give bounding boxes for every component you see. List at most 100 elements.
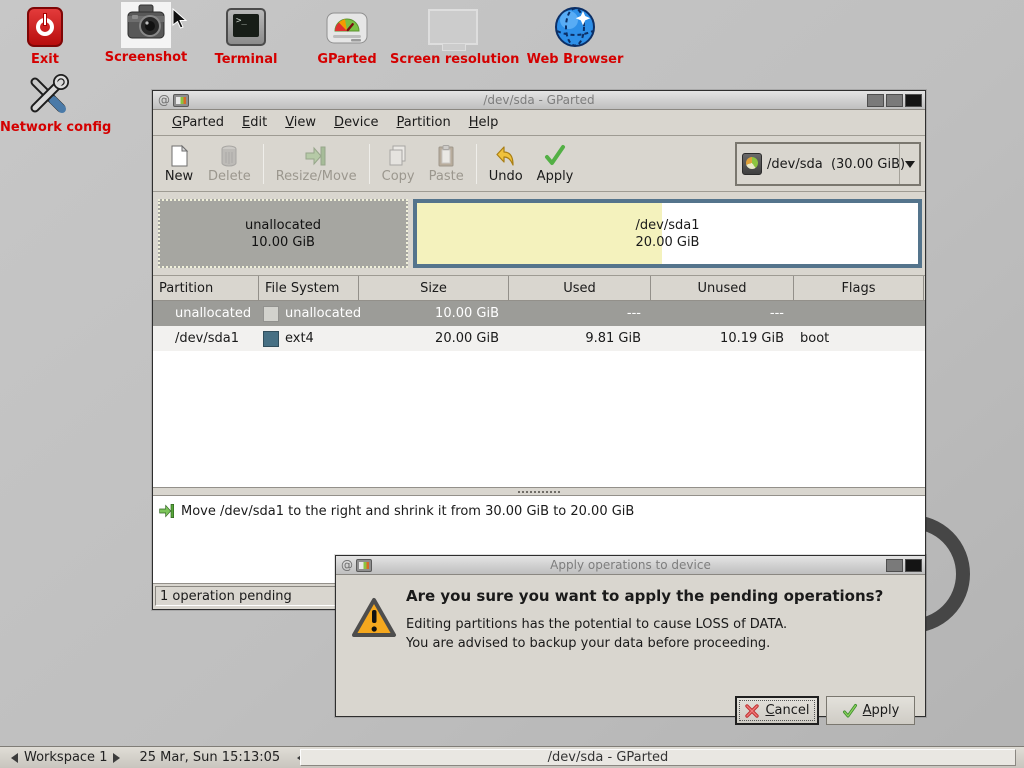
task-label: /dev/sda - GParted bbox=[548, 750, 669, 765]
cell-partition: /dev/sda1 bbox=[153, 326, 259, 351]
pane-splitter[interactable] bbox=[153, 487, 925, 496]
menubar: GParted Edit View Device Partition Help bbox=[153, 110, 925, 136]
gparted-app-icon bbox=[173, 94, 189, 107]
toolbar-separator bbox=[369, 144, 370, 184]
undo-icon bbox=[494, 144, 518, 168]
used-space-fill bbox=[417, 203, 662, 264]
delete-button[interactable]: Delete bbox=[201, 141, 258, 187]
device-selector[interactable]: /dev/sda (30.00 GiB) bbox=[735, 142, 921, 186]
col-flags[interactable]: Flags bbox=[794, 276, 924, 301]
check-icon bbox=[543, 144, 567, 168]
resize-move-icon bbox=[304, 144, 328, 168]
operation-item[interactable]: Move /dev/sda1 to the right and shrink i… bbox=[159, 503, 925, 519]
visual-sda1-name: /dev/sda1 bbox=[636, 217, 700, 234]
cell-used: 9.81 GiB bbox=[509, 326, 651, 351]
desktop-icon-label: Terminal bbox=[203, 52, 289, 67]
dialog-heading: Are you sure you want to apply the pendi… bbox=[406, 587, 883, 605]
window-menu-icon[interactable]: @ bbox=[341, 559, 353, 571]
col-file-system[interactable]: File System bbox=[259, 276, 359, 301]
toolbar: New Delete Resize/Move bbox=[153, 136, 925, 192]
chevron-down-icon[interactable] bbox=[899, 144, 919, 184]
copy-icon bbox=[386, 144, 410, 168]
desktop-icon-network-config[interactable]: Network config bbox=[0, 72, 96, 135]
visual-unallocated-block[interactable]: unallocated 10.00 GiB bbox=[158, 199, 408, 268]
paste-button[interactable]: Paste bbox=[422, 141, 471, 187]
menu-partition[interactable]: Partition bbox=[388, 111, 460, 134]
col-size[interactable]: Size bbox=[359, 276, 509, 301]
dialog-text-line: Editing partitions has the potential to … bbox=[406, 617, 787, 632]
cell-flags bbox=[794, 301, 924, 326]
device-path: /dev/sda bbox=[767, 157, 823, 172]
disk-gauge-icon bbox=[325, 7, 369, 47]
power-icon bbox=[27, 7, 63, 47]
workspace-next-icon[interactable] bbox=[113, 753, 125, 763]
menu-device[interactable]: Device bbox=[325, 111, 387, 134]
desktop-icon-screen-resolution[interactable]: Screen resolution bbox=[390, 4, 516, 67]
col-partition[interactable]: Partition bbox=[153, 276, 259, 301]
delete-icon bbox=[217, 144, 241, 168]
apply-button[interactable]: Apply bbox=[530, 141, 581, 187]
menu-help[interactable]: Help bbox=[460, 111, 508, 134]
cell-size: 20.00 GiB bbox=[359, 326, 509, 351]
red-cross-icon bbox=[744, 703, 760, 719]
desktop-icon-web-browser[interactable]: Web Browser bbox=[520, 4, 630, 67]
gparted-window: @ /dev/sda - GParted GParted Edit View D… bbox=[152, 90, 926, 610]
menu-gparted[interactable]: GParted bbox=[163, 111, 233, 134]
table-row-sda1[interactable]: /dev/sda1 ext4 20.00 GiB 9.81 GiB 10.19 … bbox=[153, 326, 925, 351]
workspace-prev-icon[interactable] bbox=[6, 753, 18, 763]
maximize-icon[interactable] bbox=[886, 559, 903, 572]
green-check-icon bbox=[842, 703, 858, 719]
new-button[interactable]: New bbox=[157, 141, 201, 187]
close-icon[interactable] bbox=[905, 559, 922, 572]
copy-button[interactable]: Copy bbox=[375, 141, 422, 187]
maximize-icon[interactable] bbox=[886, 94, 903, 107]
task-button-gparted[interactable]: /dev/sda - GParted bbox=[300, 749, 1016, 766]
col-used[interactable]: Used bbox=[509, 276, 651, 301]
visual-sda1-block[interactable]: /dev/sda1 20.00 GiB bbox=[413, 199, 922, 268]
terminal-icon: >_ bbox=[226, 8, 266, 46]
cancel-button[interactable]: Cancel bbox=[735, 696, 819, 725]
dialog-titlebar[interactable]: @ Apply operations to device bbox=[336, 556, 925, 575]
cell-used: --- bbox=[509, 301, 651, 326]
minimize-icon[interactable] bbox=[867, 94, 884, 107]
desktop-icon-terminal[interactable]: >_ Terminal bbox=[203, 4, 289, 67]
fs-color-swatch bbox=[263, 306, 279, 322]
gparted-titlebar[interactable]: @ /dev/sda - GParted bbox=[153, 91, 925, 110]
warning-triangle-icon bbox=[351, 597, 397, 639]
workspace-label[interactable]: Workspace 1 bbox=[24, 750, 107, 765]
apply-button[interactable]: Apply bbox=[826, 696, 915, 725]
cell-unused: --- bbox=[651, 301, 794, 326]
cell-filesystem: ext4 bbox=[285, 331, 314, 346]
toolbar-separator bbox=[476, 144, 477, 184]
desktop-icon-exit[interactable]: Exit bbox=[10, 4, 80, 67]
desktop-icon-label: GParted bbox=[305, 52, 389, 67]
resize-move-button[interactable]: Resize/Move bbox=[269, 141, 364, 187]
desktop-icon-label: Exit bbox=[10, 52, 80, 67]
desktop: Exit Screenshot >_ Terminal bbox=[0, 0, 1024, 768]
desktop-icon-label: Screen resolution bbox=[390, 52, 516, 67]
partition-table: Partition File System Size Used Unused F… bbox=[153, 276, 925, 487]
mouse-cursor bbox=[172, 8, 188, 30]
menu-edit[interactable]: Edit bbox=[233, 111, 276, 134]
visual-sda1-size: 20.00 GiB bbox=[636, 234, 700, 251]
dialog-title: Apply operations to device bbox=[336, 558, 925, 572]
table-row-unallocated[interactable]: unallocated unallocated 10.00 GiB --- --… bbox=[153, 301, 925, 326]
cell-size: 10.00 GiB bbox=[359, 301, 509, 326]
table-header: Partition File System Size Used Unused F… bbox=[153, 276, 925, 301]
window-menu-icon[interactable]: @ bbox=[158, 94, 170, 106]
crossed-tools-icon bbox=[25, 72, 71, 118]
menu-view[interactable]: View bbox=[276, 111, 325, 134]
dialog-text-line: You are advised to backup your data befo… bbox=[406, 636, 770, 651]
desktop-icon-gparted[interactable]: GParted bbox=[305, 4, 389, 67]
taskbar: Workspace 1 25 Mar, Sun 15:13:05 /dev/sd… bbox=[0, 746, 1024, 768]
col-unused[interactable]: Unused bbox=[651, 276, 794, 301]
apply-label: Apply bbox=[863, 703, 900, 718]
cell-flags: boot bbox=[794, 326, 924, 351]
undo-button[interactable]: Undo bbox=[482, 141, 530, 187]
close-icon[interactable] bbox=[905, 94, 922, 107]
toolbar-separator bbox=[263, 144, 264, 184]
paste-icon bbox=[434, 144, 458, 168]
apply-dialog: @ Apply operations to device Are you sur… bbox=[335, 555, 926, 717]
globe-icon bbox=[553, 5, 597, 49]
monitor-icon bbox=[428, 9, 478, 45]
